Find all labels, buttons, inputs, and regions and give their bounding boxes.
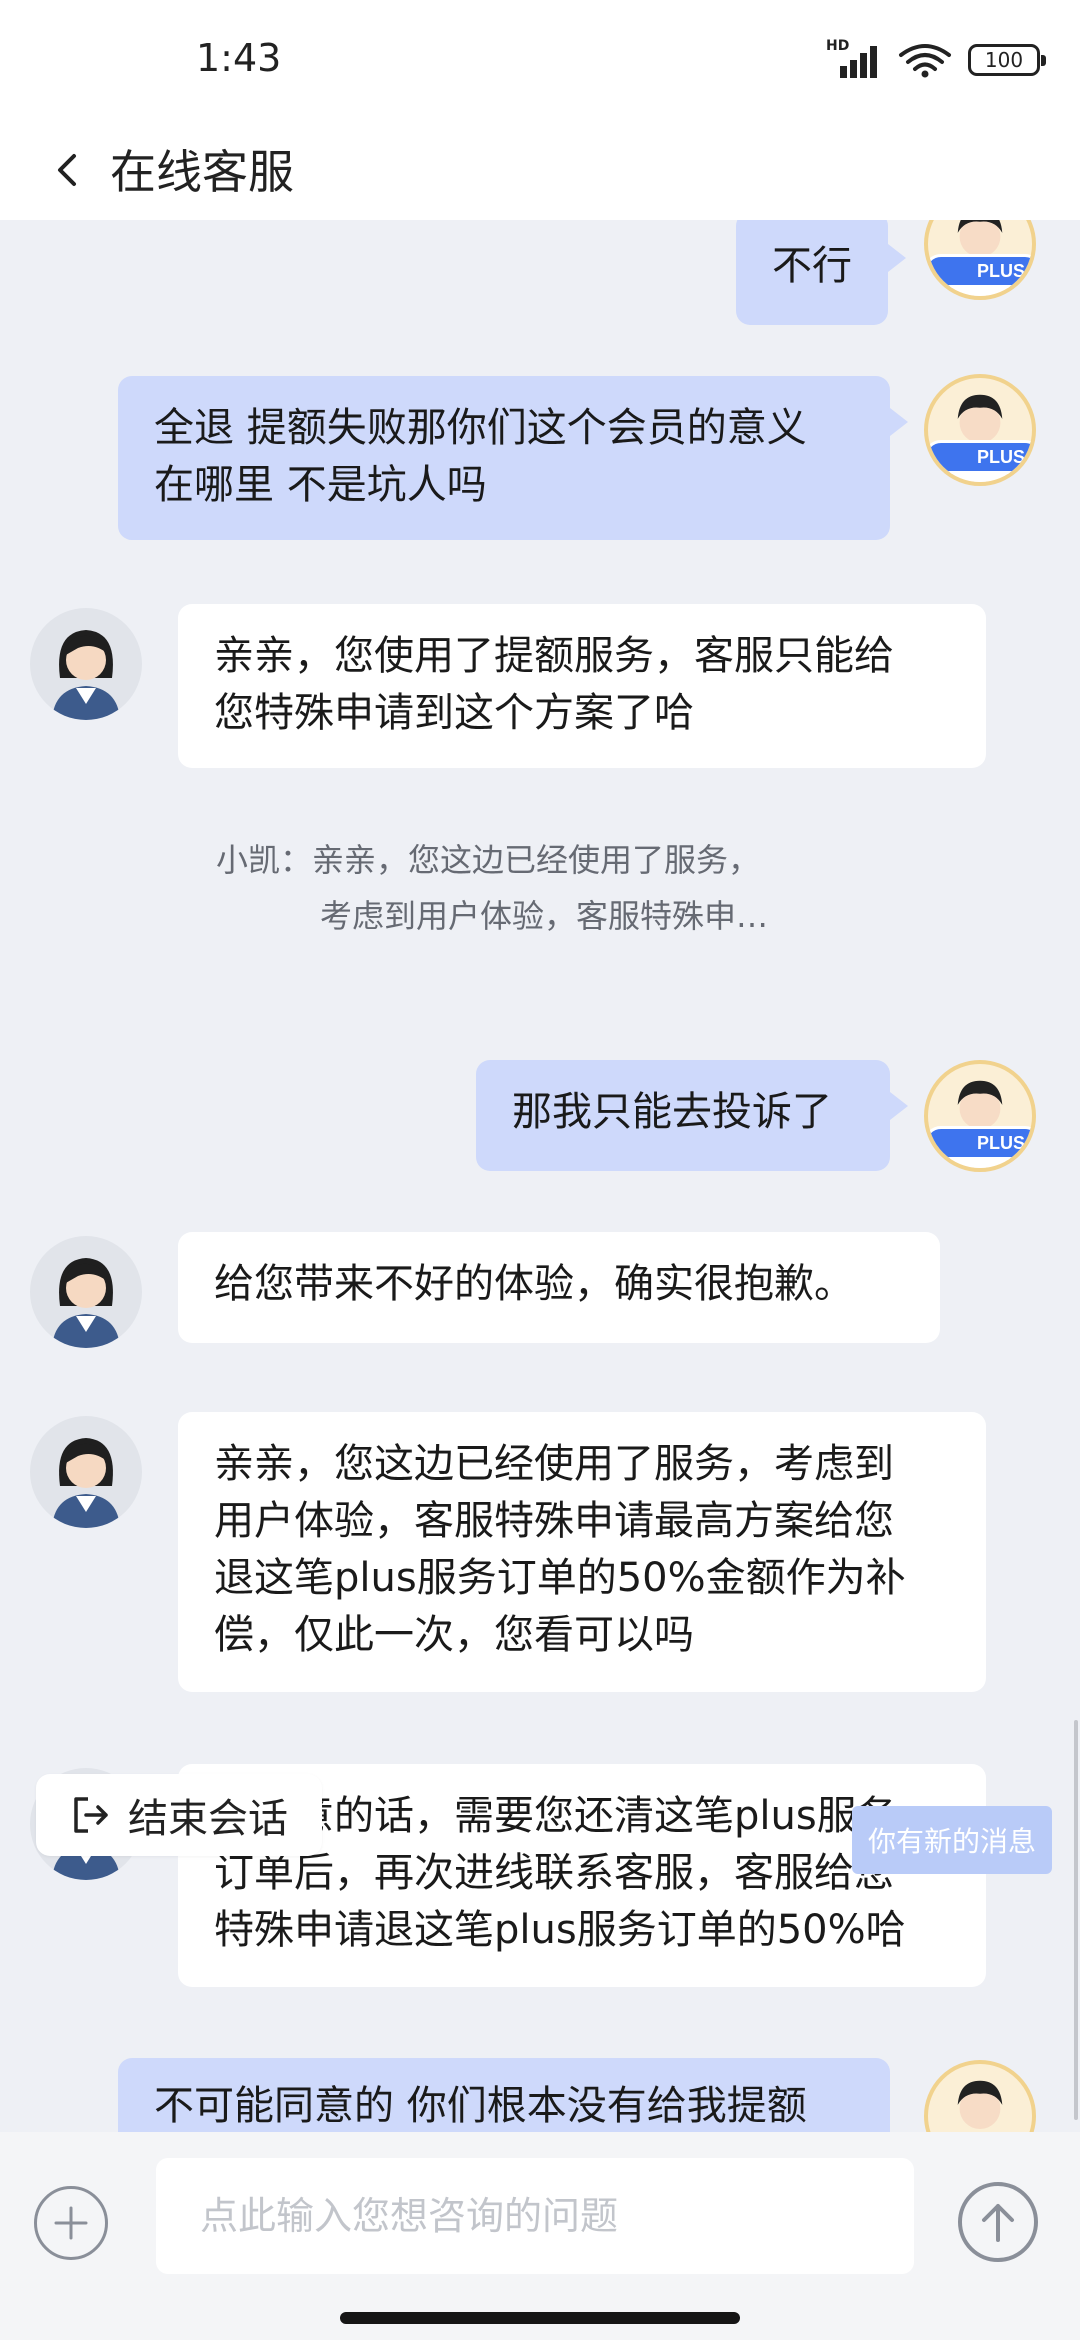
user-avatar[interactable]: PLUS <box>924 374 1036 486</box>
end-chat-label: 结束会话 <box>128 1796 288 1842</box>
plus-badge: PLUS <box>928 440 1032 474</box>
plus-icon <box>54 2206 88 2240</box>
send-button[interactable] <box>958 2182 1038 2262</box>
user-avatar[interactable] <box>924 2060 1036 2132</box>
quoted-message: 小凯：亲亲，您这边已经使用了服务， 考虑到用户体验，客服特殊申… <box>216 832 768 944</box>
agent-message[interactable]: 给您带来不好的体验，确实很抱歉。 <box>178 1232 940 1343</box>
chat-screen: 1:43 HD 100 在线客服 不行 PLUS 全退 提额失败那你们这个会员的… <box>0 0 1080 2340</box>
agent-message[interactable]: 亲亲，您这边已经使用了服务，考虑到 用户体验，客服特殊申请最高方案给您 退这笔p… <box>178 1412 986 1692</box>
network-label: HD <box>826 38 850 54</box>
message-text: 不行 <box>772 243 852 289</box>
signal-icon: HD <box>826 38 882 78</box>
message-line: 特殊申请退这笔plus服务订单的50%哈 <box>214 1907 906 1953</box>
exit-icon <box>74 1797 108 1833</box>
message-text: 给您带来不好的体验，确实很抱歉。 <box>214 1261 854 1307</box>
agent-message[interactable]: 亲亲，您使用了提额服务，客服只能给 您特殊申请到这个方案了哈 <box>178 604 986 768</box>
message-input[interactable] <box>156 2158 914 2274</box>
status-bar: 1:43 HD 100 <box>0 0 1080 120</box>
user-message[interactable]: 那我只能去投诉了 <box>476 1060 908 1171</box>
message-line: 您特殊申请到这个方案了哈 <box>214 690 694 736</box>
status-time: 1:43 <box>196 36 282 80</box>
new-message-tip[interactable]: 你有新的消息 <box>852 1806 1052 1874</box>
status-icons: HD 100 <box>826 38 1046 78</box>
battery-level: 100 <box>984 48 1024 72</box>
message-line: 订单后，再次进线联系客服，客服给您 <box>214 1850 894 1896</box>
home-indicator[interactable] <box>340 2312 740 2324</box>
wifi-icon <box>899 44 951 78</box>
quote-line: 小凯：亲亲，您这边已经使用了服务， <box>216 841 761 879</box>
message-text: 那我只能去投诉了 <box>512 1089 832 1135</box>
agent-avatar[interactable] <box>30 1416 142 1528</box>
quote-line: 考虑到用户体验，客服特殊申… <box>320 897 769 935</box>
user-message[interactable]: 不行 <box>736 220 906 325</box>
agent-avatar[interactable] <box>30 1236 142 1348</box>
battery-icon: 100 <box>968 44 1046 76</box>
message-line: 用户体验，客服特殊申请最高方案给您 <box>214 1498 894 1544</box>
plus-badge: PLUS <box>928 1126 1032 1160</box>
add-button[interactable] <box>34 2186 108 2260</box>
page-title: 在线客服 <box>110 145 294 199</box>
end-chat-button[interactable]: 结束会话 <box>36 1774 322 1856</box>
message-line: 亲亲，您这边已经使用了服务，考虑到 <box>214 1441 894 1487</box>
arrow-up-icon <box>982 2204 1014 2242</box>
message-line: 亲亲，您使用了提额服务，客服只能给 <box>214 633 894 679</box>
scrollbar[interactable] <box>1074 1720 1078 2120</box>
user-avatar[interactable]: PLUS <box>924 220 1036 300</box>
plus-badge: PLUS <box>928 254 1032 288</box>
message-line: 退这笔plus服务订单的50%金额作为补 <box>214 1555 906 1601</box>
message-line: 全退 提额失败那你们这个会员的意义 <box>154 405 807 451</box>
input-bar <box>0 2132 1080 2340</box>
chevron-left-icon[interactable] <box>48 140 88 200</box>
message-line: 在哪里 不是坑人吗 <box>154 462 487 508</box>
agent-avatar[interactable] <box>30 608 142 720</box>
message-text: 不可能同意的 你们根本没有给我提额 <box>154 2083 807 2129</box>
user-message[interactable]: 全退 提额失败那你们这个会员的意义 在哪里 不是坑人吗 <box>118 376 908 540</box>
user-avatar[interactable]: PLUS <box>924 1060 1036 1172</box>
user-message[interactable]: 不可能同意的 你们根本没有给我提额 <box>118 2058 890 2132</box>
nav-header: 在线客服 <box>0 120 1080 220</box>
message-line: 偿，仅此一次，您看可以吗 <box>214 1612 694 1658</box>
message-line: 您同意的话，需要您还清这笔plus服务 <box>214 1793 897 1839</box>
